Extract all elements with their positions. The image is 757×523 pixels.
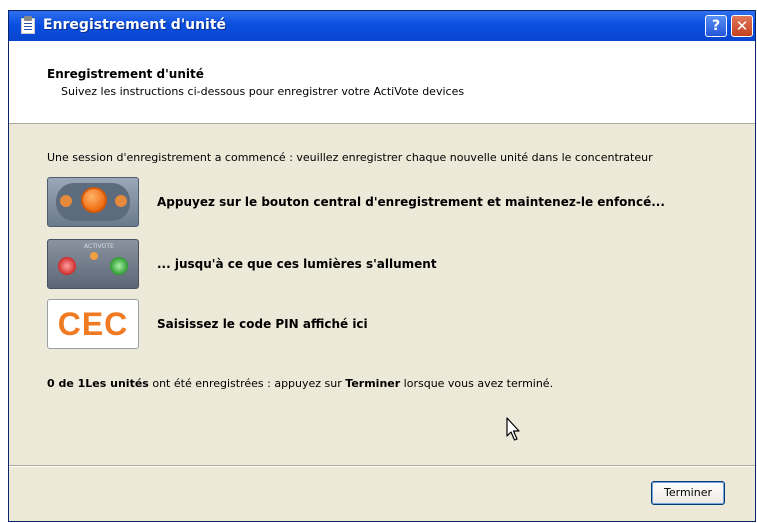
registration-dialog: Enregistrement d'unité ? ✕ Enregistremen… (8, 10, 756, 522)
finish-button[interactable]: Terminer (651, 481, 725, 505)
count-terminer: Terminer (345, 377, 401, 390)
pin-code-image: CEC (47, 299, 139, 349)
green-light-icon (110, 257, 128, 275)
step-lights: ACTIVOTE ... jusqu'à ce que ces lumières… (47, 239, 727, 289)
step-text: ... jusqu'à ce que ces lumières s'allume… (157, 257, 437, 271)
footer-separator (9, 465, 755, 467)
step-text: Appuyez sur le bouton central d'enregist… (157, 195, 665, 209)
step-press-button: Appuyez sur le bouton central d'enregist… (47, 177, 727, 227)
title-bar[interactable]: Enregistrement d'unité ? ✕ (9, 11, 755, 41)
right-button-icon (115, 195, 127, 207)
header-title: Enregistrement d'unité (47, 67, 204, 81)
center-button-icon (81, 187, 107, 213)
step-text: Saisissez le code PIN affiché ici (157, 317, 368, 331)
help-button[interactable]: ? (705, 15, 727, 37)
registration-count-text: 0 de 1Les unités ont été enregistrées : … (47, 377, 553, 390)
header-panel: Enregistrement d'unité Suivez les instru… (9, 41, 755, 124)
remote-lights-image: ACTIVOTE (47, 239, 139, 289)
header-subtitle: Suivez les instructions ci-dessous pour … (61, 85, 465, 98)
mouse-cursor-icon (506, 417, 520, 441)
remote-center-button-image (47, 177, 139, 227)
red-light-icon (58, 257, 76, 275)
session-status-text: Une session d'enregistrement a commencé … (47, 151, 653, 164)
count-end: lorsque vous avez terminé. (400, 377, 554, 390)
remote-brand-label: ACTIVOTE (84, 243, 114, 250)
window-title: Enregistrement d'unité (43, 17, 227, 33)
close-button[interactable]: ✕ (731, 15, 753, 37)
count-bold: 0 de 1Les unités (47, 377, 149, 390)
step-pin-code: CEC Saisissez le code PIN affiché ici (47, 299, 727, 349)
clipboard-icon (21, 16, 35, 34)
left-button-icon (60, 195, 72, 207)
indicator-dot-icon (90, 252, 98, 260)
count-mid: ont été enregistrées : appuyez sur (148, 377, 346, 390)
